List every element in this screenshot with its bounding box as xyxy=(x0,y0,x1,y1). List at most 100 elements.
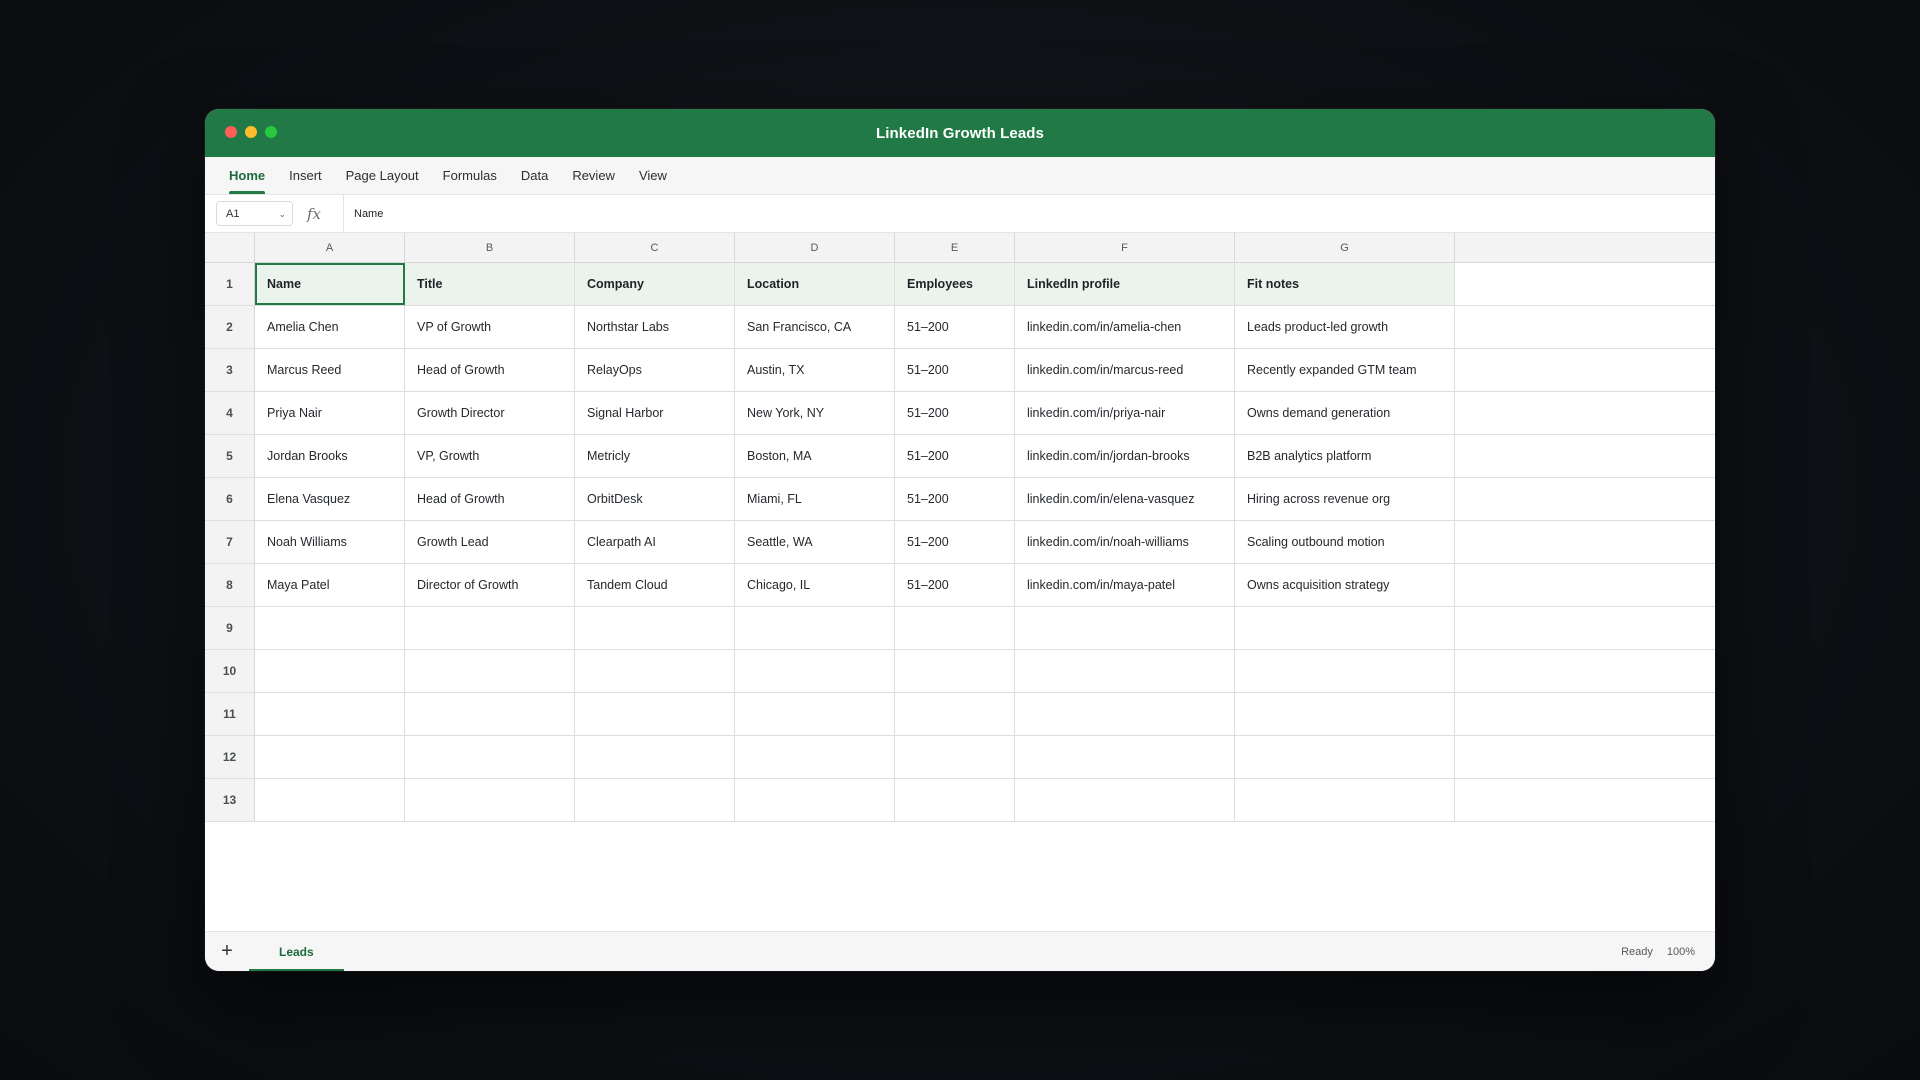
cell-linkedin-profile[interactable]: linkedin.com/in/maya-patel xyxy=(1015,564,1235,606)
empty-cell[interactable] xyxy=(895,650,1015,692)
cell-employees[interactable]: 51–200 xyxy=(895,564,1015,606)
tab-data[interactable]: Data xyxy=(509,157,560,194)
cell-title[interactable]: VP, Growth xyxy=(405,435,575,477)
empty-cell[interactable] xyxy=(255,736,405,778)
tab-insert[interactable]: Insert xyxy=(277,157,334,194)
empty-cell[interactable] xyxy=(575,779,735,821)
cell-company[interactable]: Clearpath AI xyxy=(575,521,735,563)
sheet-tab-leads[interactable]: Leads xyxy=(249,932,344,971)
header-cell-company[interactable]: Company xyxy=(575,263,735,305)
row-header[interactable]: 3 xyxy=(205,349,255,391)
header-cell-fit-notes[interactable]: Fit notes xyxy=(1235,263,1455,305)
cell-linkedin-profile[interactable]: linkedin.com/in/elena-vasquez xyxy=(1015,478,1235,520)
cell-title[interactable]: Director of Growth xyxy=(405,564,575,606)
row-header[interactable]: 10 xyxy=(205,650,255,692)
cell-location[interactable]: Seattle, WA xyxy=(735,521,895,563)
cell-title[interactable]: Growth Director xyxy=(405,392,575,434)
cell-location[interactable]: Miami, FL xyxy=(735,478,895,520)
empty-cell[interactable] xyxy=(575,736,735,778)
cell-location[interactable]: Chicago, IL xyxy=(735,564,895,606)
cell-location[interactable]: San Francisco, CA xyxy=(735,306,895,348)
empty-cell[interactable] xyxy=(1015,779,1235,821)
empty-cell[interactable] xyxy=(735,607,895,649)
cell-fit-notes[interactable]: B2B analytics platform xyxy=(1235,435,1455,477)
tab-home[interactable]: Home xyxy=(217,157,277,194)
cell-title[interactable]: Head of Growth xyxy=(405,478,575,520)
cell-name[interactable]: Maya Patel xyxy=(255,564,405,606)
empty-cell[interactable] xyxy=(895,607,1015,649)
tab-review[interactable]: Review xyxy=(560,157,627,194)
empty-cell[interactable] xyxy=(255,650,405,692)
close-window-button[interactable] xyxy=(225,126,237,138)
header-cell-linkedin-profile[interactable]: LinkedIn profile xyxy=(1015,263,1235,305)
row-header[interactable]: 7 xyxy=(205,521,255,563)
empty-cell[interactable] xyxy=(1015,693,1235,735)
cell-title[interactable]: Head of Growth xyxy=(405,349,575,391)
empty-cell[interactable] xyxy=(895,693,1015,735)
cell-name[interactable]: Amelia Chen xyxy=(255,306,405,348)
column-header-a[interactable]: A xyxy=(255,233,405,262)
empty-cell[interactable] xyxy=(735,650,895,692)
tab-formulas[interactable]: Formulas xyxy=(431,157,509,194)
cell-company[interactable]: Northstar Labs xyxy=(575,306,735,348)
select-all-corner[interactable] xyxy=(205,233,255,262)
empty-cell[interactable] xyxy=(895,736,1015,778)
cell-company[interactable]: Tandem Cloud xyxy=(575,564,735,606)
empty-cell[interactable] xyxy=(255,607,405,649)
empty-cell[interactable] xyxy=(1235,693,1455,735)
empty-cell[interactable] xyxy=(405,736,575,778)
empty-cell[interactable] xyxy=(735,779,895,821)
column-header-f[interactable]: F xyxy=(1015,233,1235,262)
cell-employees[interactable]: 51–200 xyxy=(895,478,1015,520)
empty-cell[interactable] xyxy=(405,607,575,649)
empty-cell[interactable] xyxy=(255,693,405,735)
column-header-g[interactable]: G xyxy=(1235,233,1455,262)
empty-cell[interactable] xyxy=(405,693,575,735)
cell-name[interactable]: Noah Williams xyxy=(255,521,405,563)
empty-cell[interactable] xyxy=(575,607,735,649)
empty-cell[interactable] xyxy=(1015,650,1235,692)
empty-cell[interactable] xyxy=(405,650,575,692)
row-header[interactable]: 8 xyxy=(205,564,255,606)
cell-company[interactable]: Signal Harbor xyxy=(575,392,735,434)
cell-employees[interactable]: 51–200 xyxy=(895,521,1015,563)
minimize-window-button[interactable] xyxy=(245,126,257,138)
cell-name[interactable]: Marcus Reed xyxy=(255,349,405,391)
cell-title[interactable]: Growth Lead xyxy=(405,521,575,563)
row-header[interactable]: 5 xyxy=(205,435,255,477)
column-header-e[interactable]: E xyxy=(895,233,1015,262)
empty-cell[interactable] xyxy=(1015,607,1235,649)
zoom-window-button[interactable] xyxy=(265,126,277,138)
cell-name[interactable]: Priya Nair xyxy=(255,392,405,434)
cell-fit-notes[interactable]: Owns acquisition strategy xyxy=(1235,564,1455,606)
cell-company[interactable]: OrbitDesk xyxy=(575,478,735,520)
empty-cell[interactable] xyxy=(1235,779,1455,821)
empty-cell[interactable] xyxy=(895,779,1015,821)
row-header[interactable]: 4 xyxy=(205,392,255,434)
cell-location[interactable]: New York, NY xyxy=(735,392,895,434)
row-header[interactable]: 12 xyxy=(205,736,255,778)
cell-company[interactable]: Metricly xyxy=(575,435,735,477)
cell-fit-notes[interactable]: Owns demand generation xyxy=(1235,392,1455,434)
cell-title[interactable]: VP of Growth xyxy=(405,306,575,348)
cell-fit-notes[interactable]: Hiring across revenue org xyxy=(1235,478,1455,520)
header-cell-location[interactable]: Location xyxy=(735,263,895,305)
cell-employees[interactable]: 51–200 xyxy=(895,349,1015,391)
row-header[interactable]: 11 xyxy=(205,693,255,735)
formula-input[interactable]: Name xyxy=(354,208,383,220)
row-header[interactable]: 13 xyxy=(205,779,255,821)
cell-name[interactable]: Jordan Brooks xyxy=(255,435,405,477)
tab-page-layout[interactable]: Page Layout xyxy=(334,157,431,194)
empty-cell[interactable] xyxy=(735,736,895,778)
cell-fit-notes[interactable]: Leads product-led growth xyxy=(1235,306,1455,348)
row-header[interactable]: 9 xyxy=(205,607,255,649)
cell-location[interactable]: Austin, TX xyxy=(735,349,895,391)
empty-cell[interactable] xyxy=(1235,607,1455,649)
empty-cell[interactable] xyxy=(575,650,735,692)
empty-cell[interactable] xyxy=(405,779,575,821)
empty-cell[interactable] xyxy=(255,779,405,821)
name-box[interactable]: A1 ⌄ xyxy=(216,201,293,226)
empty-cell[interactable] xyxy=(1015,736,1235,778)
cell-linkedin-profile[interactable]: linkedin.com/in/priya-nair xyxy=(1015,392,1235,434)
empty-cell[interactable] xyxy=(735,693,895,735)
